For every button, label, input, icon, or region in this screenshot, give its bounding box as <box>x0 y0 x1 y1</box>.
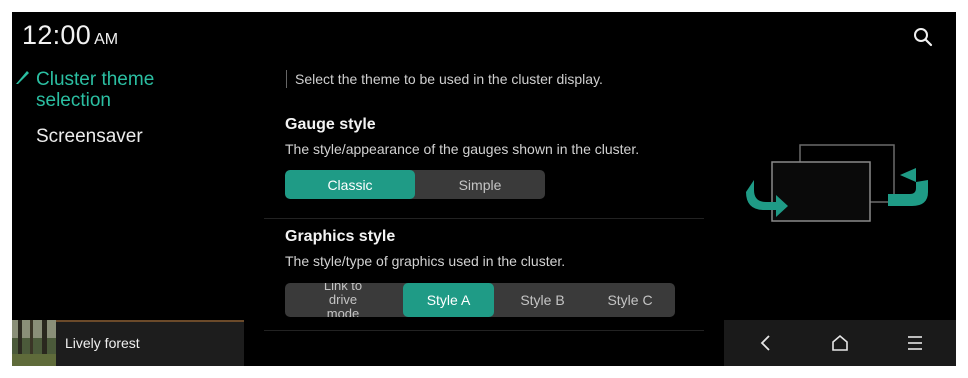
back-icon[interactable] <box>755 332 777 354</box>
graphics-style-selector: Link to drive mode Style A Style B Style… <box>285 283 675 317</box>
clock: 12:00 AM <box>22 20 118 51</box>
menu-icon[interactable] <box>904 332 926 354</box>
clock-time: 12:00 <box>22 20 92 50</box>
media-widget[interactable]: Lively forest <box>12 320 244 366</box>
graphics-option-style-c[interactable]: Style C <box>585 283 675 317</box>
album-art <box>12 320 56 366</box>
sidebar-item-cluster-theme[interactable]: Cluster theme selection <box>16 69 226 111</box>
sidebar-item-label: Screensaver <box>36 126 143 147</box>
clock-ampm: AM <box>94 31 119 48</box>
navigation-bar <box>724 320 956 366</box>
section-divider <box>264 218 704 219</box>
gauge-style-selector: Classic Simple <box>285 170 545 199</box>
gauge-style-title: Gauge style <box>285 116 376 133</box>
theme-switch-illustration <box>742 142 932 242</box>
active-indicator-icon <box>14 69 30 85</box>
graphics-style-title: Graphics style <box>285 228 396 245</box>
infotainment-screen: 12:00 AM Cluster theme selection Screensa… <box>12 12 956 366</box>
section-divider <box>264 330 704 331</box>
graphics-style-description: The style/type of graphics used in the c… <box>285 253 566 269</box>
gauge-option-classic[interactable]: Classic <box>285 170 415 199</box>
sidebar-item-screensaver[interactable]: Screensaver <box>36 126 143 147</box>
gauge-style-description: The style/appearance of the gauges shown… <box>285 141 640 157</box>
home-icon[interactable] <box>829 332 851 354</box>
graphics-option-style-a[interactable]: Style A <box>403 283 494 317</box>
graphics-option-style-b[interactable]: Style B <box>497 283 588 317</box>
media-title: Lively forest <box>65 335 140 351</box>
gauge-option-simple[interactable]: Simple <box>415 170 545 199</box>
graphics-option-link-drive-mode[interactable]: Link to drive mode <box>285 283 401 317</box>
search-icon[interactable] <box>912 26 934 48</box>
section-hint: Select the theme to be used in the clust… <box>286 70 603 88</box>
sidebar-item-label: Cluster theme selection <box>36 69 155 111</box>
